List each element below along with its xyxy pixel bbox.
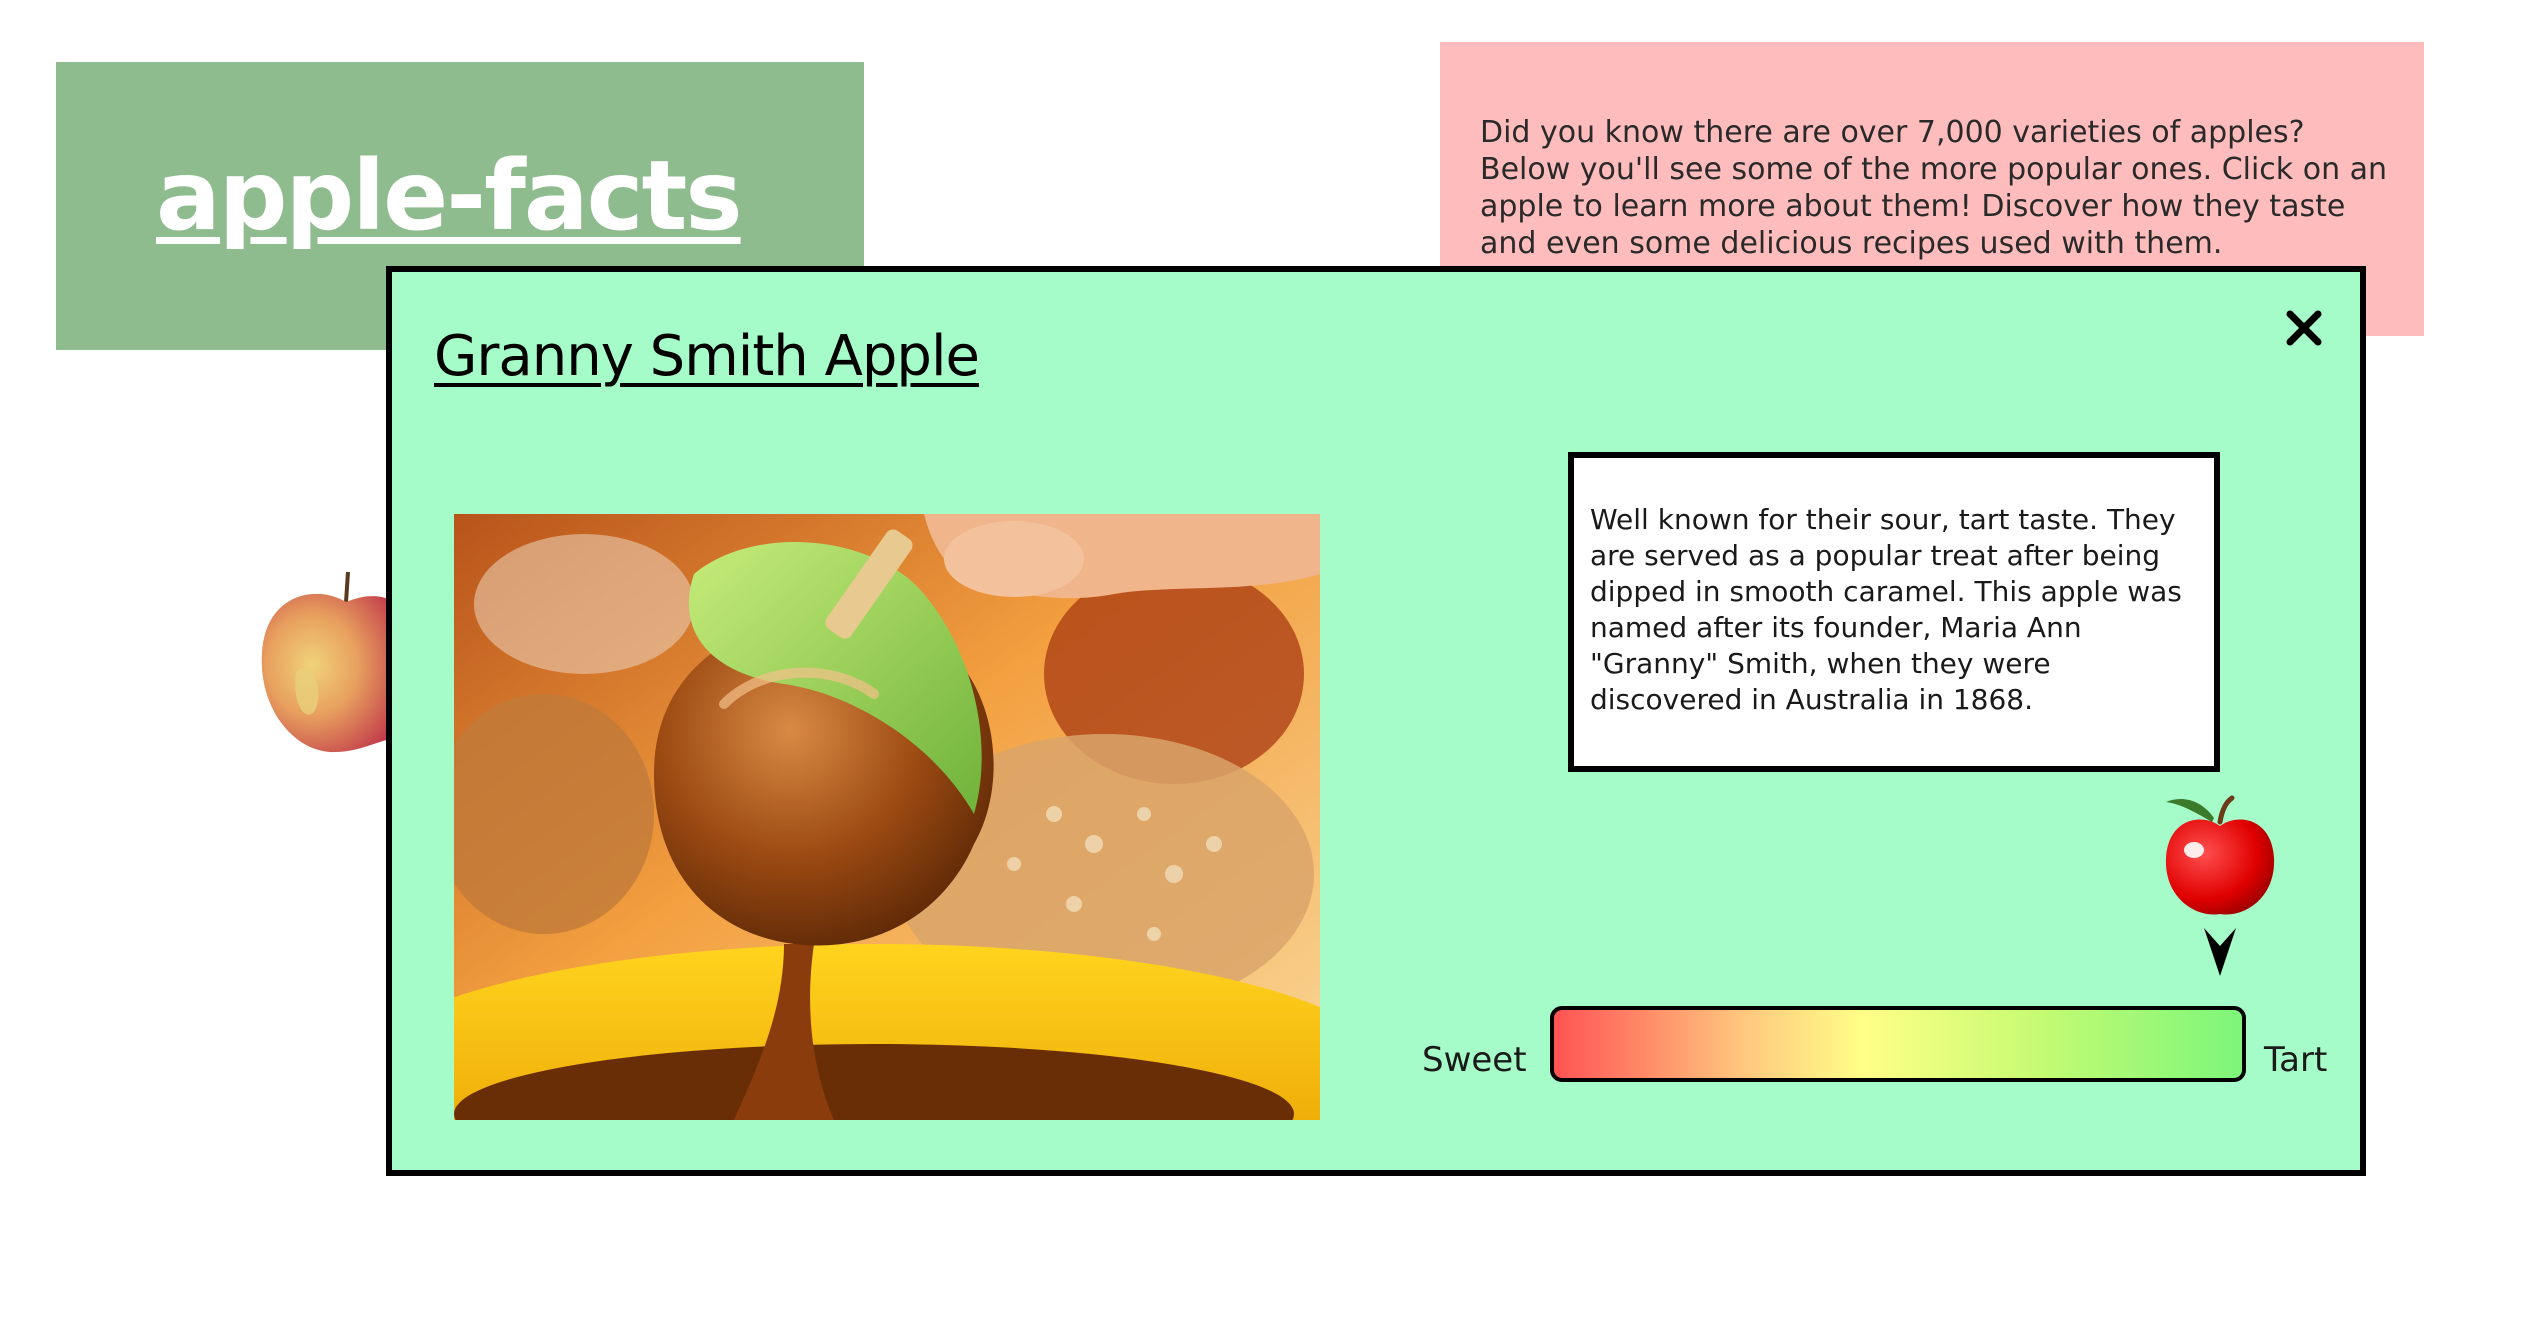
close-icon[interactable] xyxy=(2282,306,2326,350)
description-box: Well known for their sour, tart taste. T… xyxy=(1568,452,2220,772)
sweet-tart-scale-bar xyxy=(1550,1006,2246,1082)
apple-description: Well known for their sour, tart taste. T… xyxy=(1590,503,2182,716)
apple-detail-modal: Granny Smith Apple Well known for their … xyxy=(386,266,2366,1176)
modal-title: Granny Smith Apple xyxy=(434,324,980,389)
apple-thumbnail-icon[interactable] xyxy=(256,562,406,758)
apple-marker-icon xyxy=(2165,795,2275,976)
scale-label-tart: Tart xyxy=(2264,1040,2328,1080)
page: apple-facts Did you know there are over … xyxy=(0,0,2539,1324)
site-logo-link[interactable]: apple-facts xyxy=(156,140,743,252)
scale-label-sweet: Sweet xyxy=(1422,1040,1527,1080)
caramel-apple-photo xyxy=(454,514,1320,1120)
intro-text: Did you know there are over 7,000 variet… xyxy=(1480,115,2388,261)
